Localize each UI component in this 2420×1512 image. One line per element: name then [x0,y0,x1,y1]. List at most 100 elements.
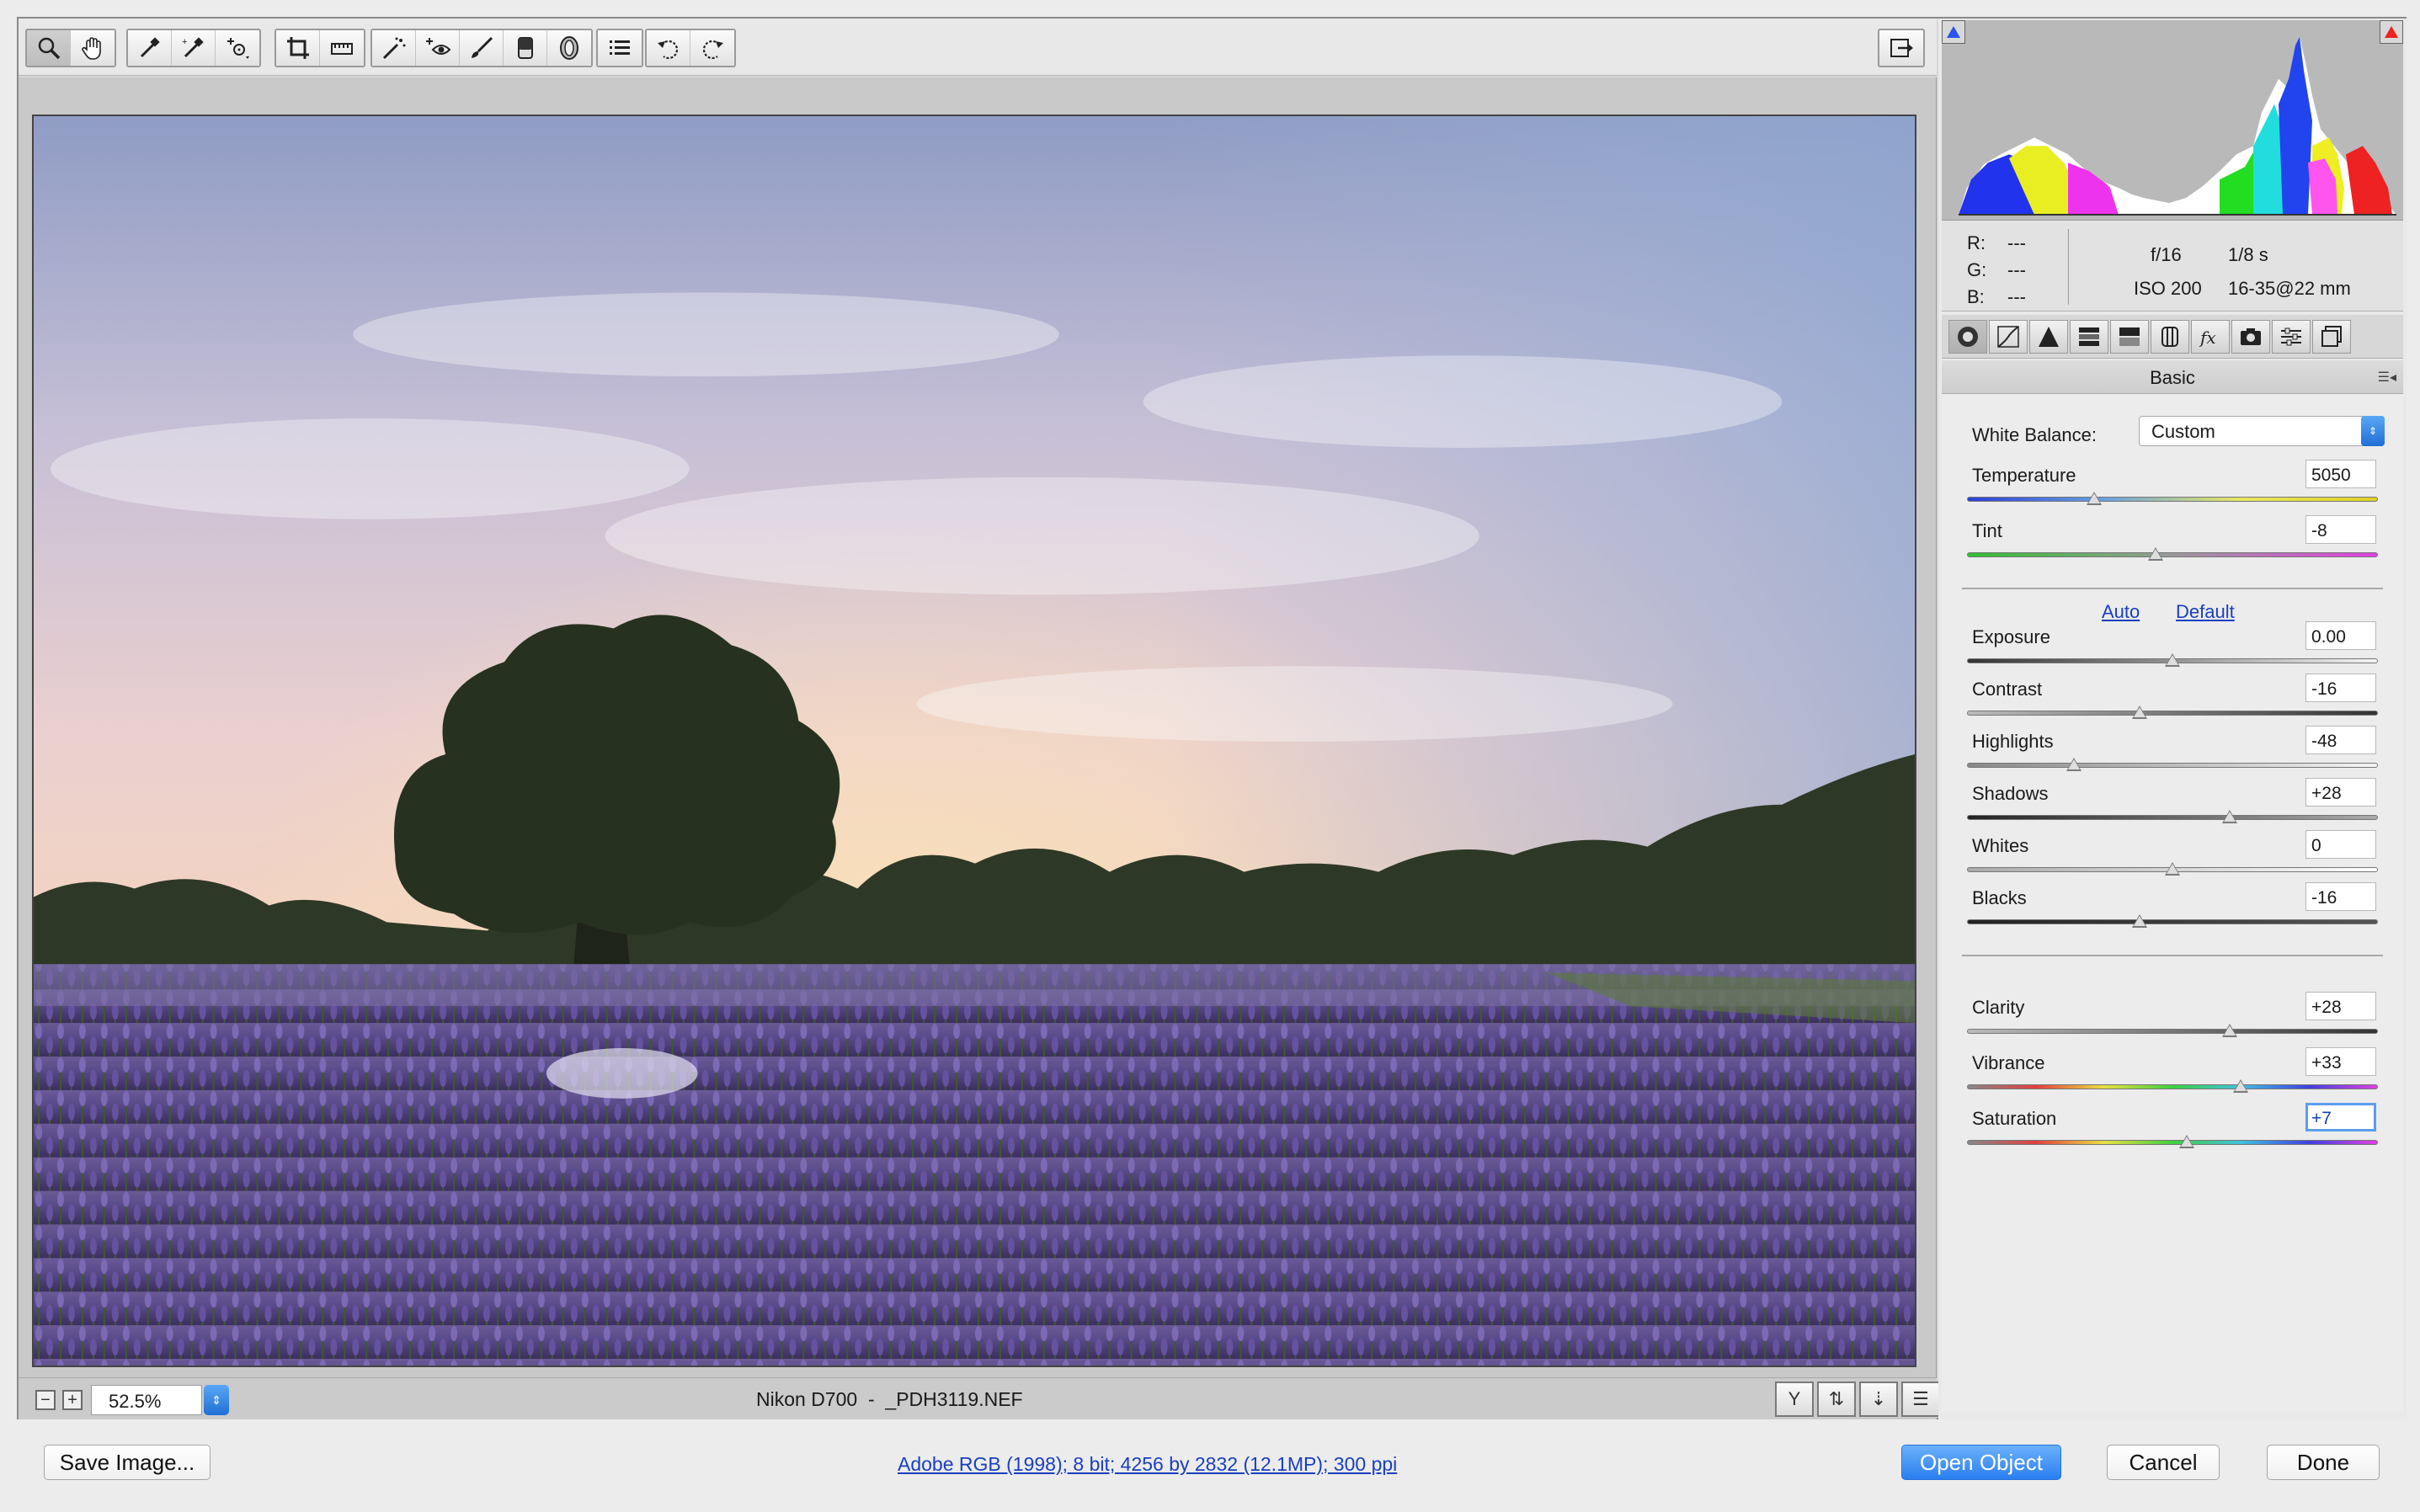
shutter-value: 1/8 s [2228,244,2268,265]
tab-split-toning[interactable] [2110,320,2149,354]
shadow-clipping-warning[interactable] [1942,20,1965,44]
image-preview[interactable] [32,114,1916,1367]
highlights-slider-thumb[interactable] [2066,758,2082,771]
cancel-button[interactable]: Cancel [2107,1445,2220,1480]
workflow-options-link[interactable]: Adobe RGB (1998); 8 bit; 4256 by 2832 (1… [898,1453,1397,1476]
open-object-button[interactable]: Open Object [1901,1445,2061,1480]
highlight-clipping-warning[interactable] [2380,20,2403,44]
zoom-level-stepper[interactable]: ⇕ [204,1385,229,1415]
shadows-slider-thumb[interactable] [2222,810,2238,823]
tool-group-color: + [126,29,261,67]
shadows-track[interactable] [1967,815,2378,820]
rotate-left-button[interactable] [647,30,690,66]
targeted-adjustment-tool-button[interactable] [216,30,259,66]
saturation-label: Saturation [1972,1108,2057,1129]
hand-tool-button[interactable] [71,30,115,66]
tab-camera-calibration[interactable] [2231,320,2270,354]
exposure-slider-thumb[interactable] [2165,653,2180,667]
saturation-value-field[interactable]: +7 [2305,1103,2376,1131]
tool-group-prefs [596,29,643,67]
radial-filter-button[interactable] [547,30,591,66]
straighten-tool-button[interactable] [320,30,364,66]
triangle-up-icon [1947,26,1960,38]
saturation-track[interactable] [1967,1140,2378,1145]
color-sampler-tool-icon: + [182,37,204,58]
graduated-filter-button[interactable] [504,30,547,66]
whites-slider-thumb[interactable] [2165,862,2180,876]
before-after-icon: Y [1788,1388,1801,1409]
adjustment-brush-button[interactable] [460,30,504,66]
rotate-right-button[interactable] [690,30,734,66]
contrast-value-field[interactable]: -16 [2305,673,2376,702]
divider [1962,588,2383,589]
histogram-graph [1959,36,2396,216]
tab-effects[interactable]: fx [2191,320,2230,354]
panel-menu-icon[interactable]: ☰◂ [2378,369,2396,386]
contrast-track[interactable] [1967,711,2378,716]
tab-basic[interactable] [1948,320,1987,354]
crop-tool-icon [286,37,309,59]
tool-group-rotate [645,29,736,67]
clarity-value-field[interactable]: +28 [2305,992,2376,1020]
tab-hsl[interactable] [2070,320,2108,354]
vibrance-track[interactable] [1967,1084,2378,1089]
zoom-tool-icon [38,37,60,60]
save-image-button[interactable]: Save Image... [44,1445,211,1480]
done-button[interactable]: Done [2267,1445,2380,1480]
highlights-value-field[interactable]: -48 [2305,726,2376,754]
temperature-track[interactable] [1967,497,2378,502]
open-preferences-button[interactable] [598,30,642,66]
tab-detail[interactable] [2029,320,2068,354]
toggle-fullscreen-button[interactable] [1878,29,1925,67]
tab-tone-curve[interactable] [1989,320,2028,354]
shadows-value-field[interactable]: +28 [2305,778,2376,807]
tint-slider-thumb[interactable] [2148,547,2164,561]
default-link[interactable]: Default [2176,601,2235,623]
vibrance-slider-thumb[interactable] [2232,1079,2248,1093]
spot-removal-tool-button[interactable] [372,30,416,66]
tint-value-field[interactable]: -8 [2305,515,2376,544]
image-preview-area[interactable] [19,77,1937,1377]
zoom-out-button[interactable]: − [35,1390,56,1410]
right-panel: R: --- G: --- B: --- f/16 1/8 s ISO 200 16-… [1938,19,2407,1419]
saturation-slider-thumb[interactable] [2179,1135,2195,1148]
temperature-slider-thumb[interactable] [2087,492,2103,505]
copy-settings-button[interactable]: ⇣ [1859,1382,1898,1417]
tab-lens-corrections[interactable] [2151,320,2189,354]
blacks-track[interactable] [1967,919,2378,924]
swap-before-after-button[interactable]: ⇅ [1817,1382,1856,1417]
view-buttons: Y ⇅ ⇣ ☰ [1775,1382,1943,1417]
zoom-tool-button[interactable] [27,30,71,66]
auto-link[interactable]: Auto [2102,601,2140,623]
tint-label: Tint [1972,520,2002,541]
straighten-tool-icon [331,43,353,55]
tint-track[interactable] [1967,552,2378,557]
chevron-up-down-icon: ⇕ [2361,416,2385,446]
saturation-slider: Saturation +7 [1967,1103,2378,1163]
temperature-value-field[interactable]: 5050 [2305,460,2376,488]
zoom-level-field[interactable]: 52.5% [91,1385,202,1415]
blacks-slider-thumb[interactable] [2131,914,2147,928]
toggle-settings-button[interactable]: ☰ [1901,1382,1940,1417]
clarity-slider-thumb[interactable] [2222,1024,2238,1037]
exposure-value-field[interactable]: 0.00 [2305,621,2376,650]
plus-icon: + [67,1391,77,1409]
tab-snapshots[interactable] [2312,320,2351,354]
highlights-track[interactable] [1967,763,2378,768]
info-divider [2068,229,2069,305]
crop-tool-button[interactable] [276,30,320,66]
whites-value-field[interactable]: 0 [2305,830,2376,859]
targeted-adjustment-tool-icon [227,38,249,59]
vibrance-value-field[interactable]: +33 [2305,1047,2376,1076]
zoom-in-button[interactable]: + [62,1390,83,1410]
before-after-toggle-button[interactable]: Y [1775,1382,1814,1417]
blacks-value-field[interactable]: -16 [2305,882,2376,911]
white-balance-select[interactable]: Custom ⇕ [2139,416,2385,446]
tab-presets[interactable] [2272,320,2311,354]
presets-icon [2281,327,2301,346]
contrast-slider-thumb[interactable] [2131,705,2147,719]
color-sampler-tool-button[interactable]: + [172,30,216,66]
white-balance-tool-button[interactable] [128,30,172,66]
clarity-track[interactable] [1967,1029,2378,1034]
red-eye-removal-tool-button[interactable] [416,30,460,66]
